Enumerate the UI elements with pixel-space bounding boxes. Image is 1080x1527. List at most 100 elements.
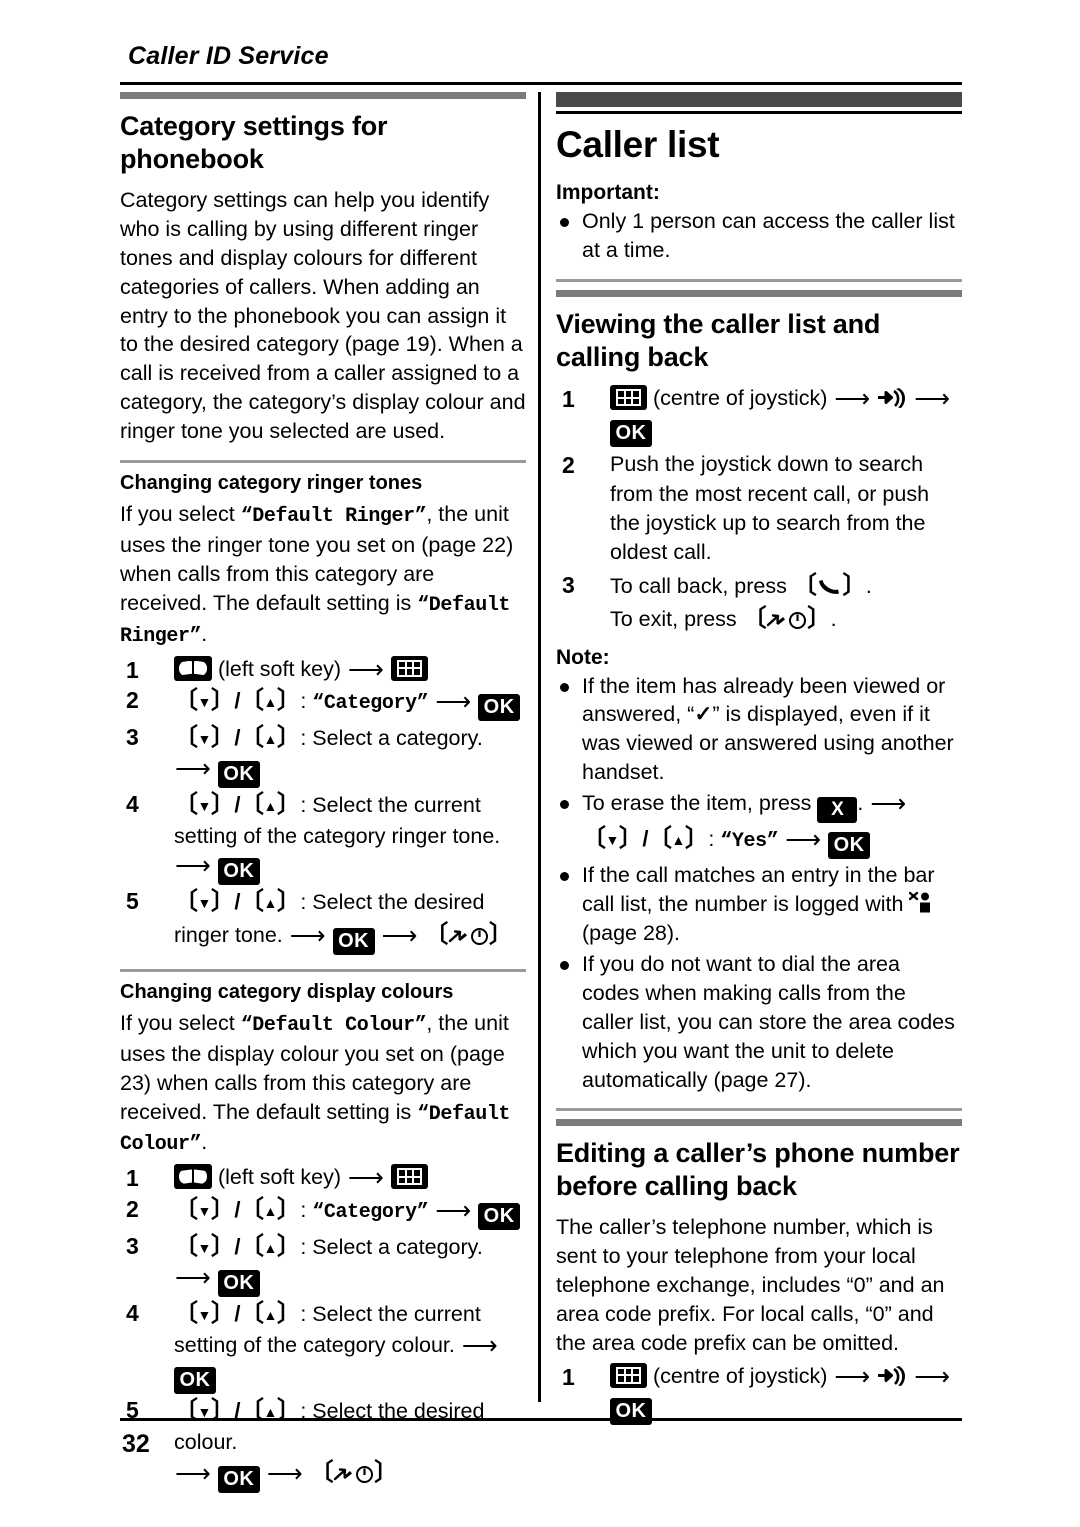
ok-key-icon[interactable]: OK [174,1367,216,1395]
section-bar [556,1119,962,1127]
arrow-icon: ⟶ [175,1459,211,1488]
joystick-centre-grid-icon[interactable] [610,1362,647,1388]
step-text: . [830,606,837,631]
note-list: If the item has already been viewed or a… [556,672,962,1095]
steps-viewing-caller-list: 1 (centre of joystick) ⟶ ⟶ OK 2 Push the… [556,384,962,635]
step-text: (left soft key) [217,1165,342,1190]
step-number: 2 [126,1195,139,1222]
section-heading-viewing-caller-list: Viewing the caller list and calling back [556,309,881,373]
section-rule [556,1108,962,1112]
arrow-icon: ⟶ [175,1264,211,1293]
text-frag: (page 28). [582,920,681,945]
step-number: 1 [126,1165,139,1192]
chapter-heading-caller-list: Caller list [556,124,720,165]
phonebook-book-icon[interactable] [174,1164,212,1190]
updown-joystick-keys[interactable]: 〔▼〕/〔▲〕 [582,825,709,852]
ok-key-icon[interactable]: OK [332,927,375,955]
step-number: 4 [126,791,139,818]
joystick-centre-grid-icon[interactable] [610,385,647,411]
step-item: 3 〔▼〕/〔▲〕: Select a category. ⟶ OK [120,722,526,789]
arrow-icon: ⟶ [175,852,211,881]
ok-key-icon[interactable]: OK [610,1398,652,1426]
updown-joystick-keys[interactable]: 〔▼〕/〔▲〕 [174,687,301,714]
right-column: Caller list Important: Only 1 person can… [556,92,962,1428]
arrow-icon: ⟶ [785,826,822,855]
chapter-bar [556,92,962,107]
ok-key-icon[interactable]: OK [217,858,260,886]
updown-joystick-keys[interactable]: 〔▼〕/〔▲〕 [174,1300,301,1327]
arrow-icon: ⟶ [266,1459,303,1488]
section-heading-category-settings: Category settings for phonebook [120,111,388,174]
step-item: 2 Push the joystick down to search from … [556,450,962,567]
text-frag: . [201,1130,208,1155]
mono-default-colour-1: “Default Colour” [240,1013,427,1037]
arrow-icon: ⟶ [175,755,211,784]
text-frag: If you select [120,502,241,527]
step-item: 1 (left soft key) ⟶ [120,655,526,684]
ok-key-icon[interactable]: OK [478,693,521,721]
menu-item-category: “Category” [312,1200,429,1224]
power-off-key[interactable]: 〔〕 [743,605,831,632]
arrow-icon: ⟶ [914,385,951,414]
ok-key-icon[interactable]: OK [217,1270,260,1298]
note-label: Note: [556,645,610,669]
running-header: Caller ID Service [128,42,329,70]
arrow-icon: ⟶ [348,655,384,684]
steps-display-colours: 1 (left soft key) ⟶ 2 〔▼〕/〔▲〕: “Category… [120,1163,526,1493]
ok-key-icon[interactable]: OK [217,761,260,789]
list-item: If the item has already been viewed or a… [556,672,962,788]
incoming-call-handset-icon [878,388,906,409]
mono-default-ringer-1: “Default Ringer” [240,505,427,529]
step-item: 2 〔▼〕/〔▲〕: “Category” ⟶ OK [120,685,526,721]
ok-key-icon[interactable]: OK [217,1465,260,1493]
menu-item-yes: “Yes” [720,830,779,854]
menu-item-category: “Category” [312,691,429,715]
power-circle-icon [789,611,807,629]
page-number: 32 [122,1430,150,1458]
important-label: Important: [556,181,660,205]
step-number: 3 [562,572,575,599]
list-item: If the call matches an entry in the bar … [556,861,962,948]
ok-key-icon[interactable]: OK [610,420,652,448]
erase-key-icon[interactable]: X [817,797,858,824]
step-text: (left soft key) [217,656,342,681]
updown-joystick-keys[interactable]: 〔▼〕/〔▲〕 [174,1196,301,1223]
section-rule [556,279,962,283]
text-frag: . [857,791,870,816]
step-number: 1 [562,1363,575,1390]
important-list: Only 1 person can access the caller list… [556,207,962,265]
phonebook-book-icon[interactable] [174,655,212,681]
step-number: 4 [126,1300,139,1327]
updown-joystick-keys[interactable]: 〔▼〕/〔▲〕 [174,791,301,818]
ok-key-icon[interactable]: OK [478,1202,521,1230]
arrow-icon: ⟶ [348,1164,384,1193]
arrow-icon: ⟶ [381,921,418,950]
header-rule [120,82,962,85]
updown-joystick-keys[interactable]: 〔▼〕/〔▲〕 [174,724,301,751]
power-off-key[interactable]: 〔〕 [424,921,512,948]
phone-off-icon [333,1468,353,1481]
step-number: 2 [562,452,575,479]
arrow-icon: ⟶ [834,1362,871,1391]
section-heading-editing-number: Editing a caller’s phone number before c… [556,1138,960,1202]
step-item: 3 To call back, press 〔〕. To exit, press… [556,570,962,635]
manual-page: Caller ID Service Category settings for … [0,0,1080,1527]
list-item: Only 1 person can access the caller list… [556,207,962,265]
step-item: 2 〔▼〕/〔▲〕: “Category” ⟶ OK [120,1194,526,1230]
step-number: 5 [126,1397,139,1424]
updown-joystick-keys[interactable]: 〔▼〕/〔▲〕 [174,1233,301,1260]
step-text: (centre of joystick) [652,1363,828,1388]
updown-joystick-keys[interactable]: 〔▼〕/〔▲〕 [174,888,301,915]
left-column: Category settings for phonebook Category… [120,92,526,1494]
ok-key-icon[interactable]: OK [828,832,871,860]
joystick-centre-grid-icon[interactable] [390,1164,428,1190]
section-bar [120,92,526,99]
subsection-heading-display-colours: Changing category display colours [120,980,454,1003]
joystick-centre-grid-icon[interactable] [390,655,428,681]
check-icon: ✓ [694,702,713,727]
steps-ringer-tones: 1 (left soft key) ⟶ 2 〔▼〕/〔▲〕: “Category… [120,655,526,955]
talk-key[interactable]: 〔〕 [793,572,866,599]
power-off-key[interactable]: 〔〕 [310,1459,398,1486]
editing-number-intro: The caller’s telephone number, which is … [556,1215,945,1355]
text-frag: To erase the item, press [582,791,818,816]
